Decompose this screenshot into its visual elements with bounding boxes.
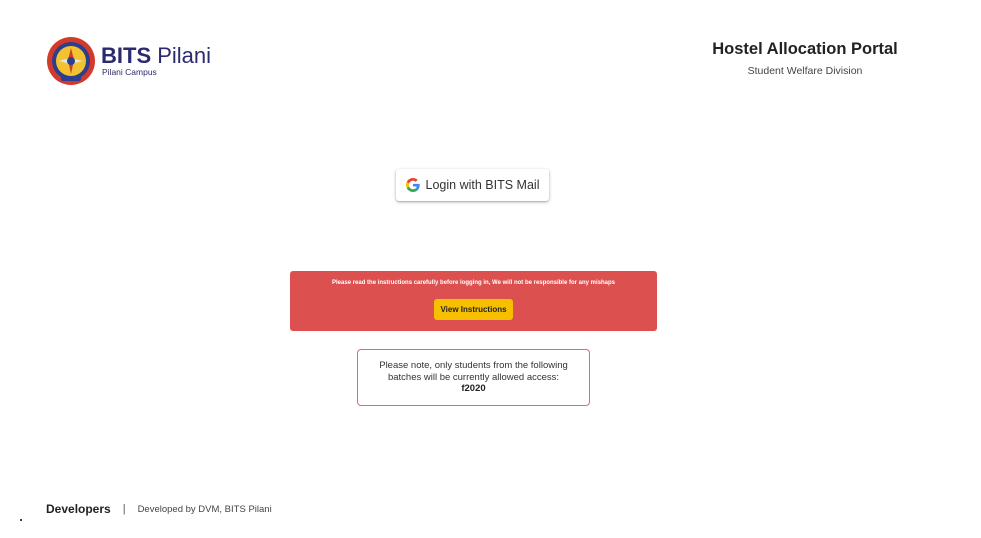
portal-header: Hostel Allocation Portal Student Welfare…	[700, 40, 910, 77]
bits-emblem-icon	[47, 37, 95, 85]
note-line-1: Please note, only students from the foll…	[379, 360, 568, 371]
page: BITS Pilani Pilani Campus Hostel Allocat…	[0, 0, 981, 538]
login-button-label: Login with BITS Mail	[425, 178, 540, 192]
page-subtitle: Student Welfare Division	[747, 65, 863, 77]
bits-logo: BITS Pilani Pilani Campus	[46, 36, 211, 86]
footer-credit: Developed by DVM, BITS Pilani	[137, 503, 272, 515]
footer: Developers | Developed by DVM, BITS Pila…	[46, 502, 272, 516]
login-with-bits-mail-button[interactable]: Login with BITS Mail	[396, 169, 549, 201]
alert-message: Please read the instructions carefully b…	[332, 280, 615, 286]
google-g-icon	[405, 178, 420, 192]
note-line-2: batches will be currently allowed access…	[387, 371, 560, 383]
footer-separator: |	[122, 503, 126, 515]
developers-link[interactable]: Developers	[46, 502, 111, 516]
batch-access-note: Please note, only students from the foll…	[357, 349, 590, 406]
allowed-batch: f2020	[461, 383, 486, 394]
view-instructions-button[interactable]: View Instructions	[434, 299, 513, 320]
brand-name: BITS Pilani	[101, 43, 212, 69]
instructions-alert: Please read the instructions carefully b…	[290, 271, 657, 331]
page-title: Hostel Allocation Portal	[712, 40, 898, 58]
stray-dot	[20, 519, 22, 521]
campus-name: Pilani Campus	[102, 67, 157, 78]
